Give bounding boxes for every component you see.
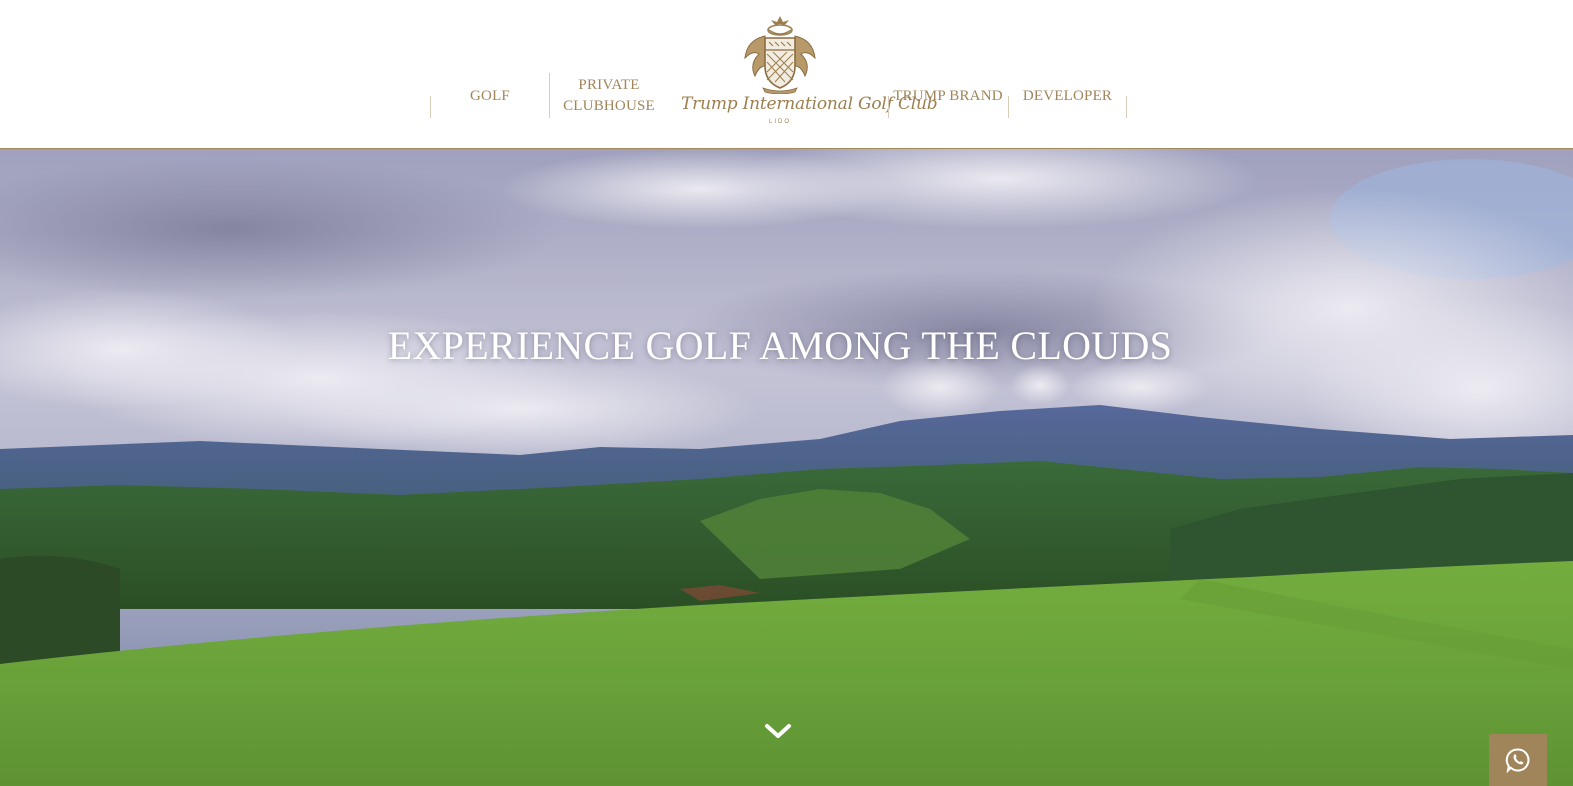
nav-item-golf-label: GOLF bbox=[470, 87, 510, 104]
whatsapp-button[interactable] bbox=[1489, 734, 1547, 786]
hero-banner: EXPERIENCE GOLF AMONG THE CLOUDS bbox=[0, 149, 1573, 786]
hero-headline: EXPERIENCE GOLF AMONG THE CLOUDS bbox=[387, 322, 1173, 368]
hero-landscape-image bbox=[0, 149, 1573, 786]
nav-item-developer[interactable]: DEVELOPER bbox=[1009, 72, 1126, 120]
nav-item-trump-brand[interactable]: TRUMP BRAND bbox=[889, 72, 1007, 120]
scroll-down-button[interactable] bbox=[764, 723, 792, 741]
site-header: GOLF PRIVATE CLUBHOUSE Trump Internation… bbox=[0, 0, 1573, 149]
nav-item-trump-brand-label: TRUMP BRAND bbox=[893, 87, 1003, 104]
chevron-down-icon bbox=[765, 724, 791, 738]
page: GOLF PRIVATE CLUBHOUSE Trump Internation… bbox=[0, 0, 1573, 786]
logo-wordmark: Trump International Golf Club bbox=[681, 94, 938, 114]
nav-item-private-clubhouse[interactable]: PRIVATE CLUBHOUSE bbox=[550, 72, 668, 120]
nav-item-developer-label: DEVELOPER bbox=[1022, 87, 1113, 104]
logo-location: LIDO bbox=[768, 119, 791, 125]
nav-item-private-clubhouse-label-line1: PRIVATE bbox=[578, 77, 640, 93]
club-logo[interactable]: Trump International Golf Club LIDO bbox=[681, 10, 938, 130]
nav-item-private-clubhouse-label-line2: CLUBHOUSE bbox=[563, 98, 655, 114]
nav-item-golf[interactable]: GOLF bbox=[431, 72, 549, 120]
crest-icon bbox=[744, 16, 816, 94]
whatsapp-icon bbox=[1505, 748, 1530, 773]
nav-divider bbox=[1126, 96, 1127, 118]
